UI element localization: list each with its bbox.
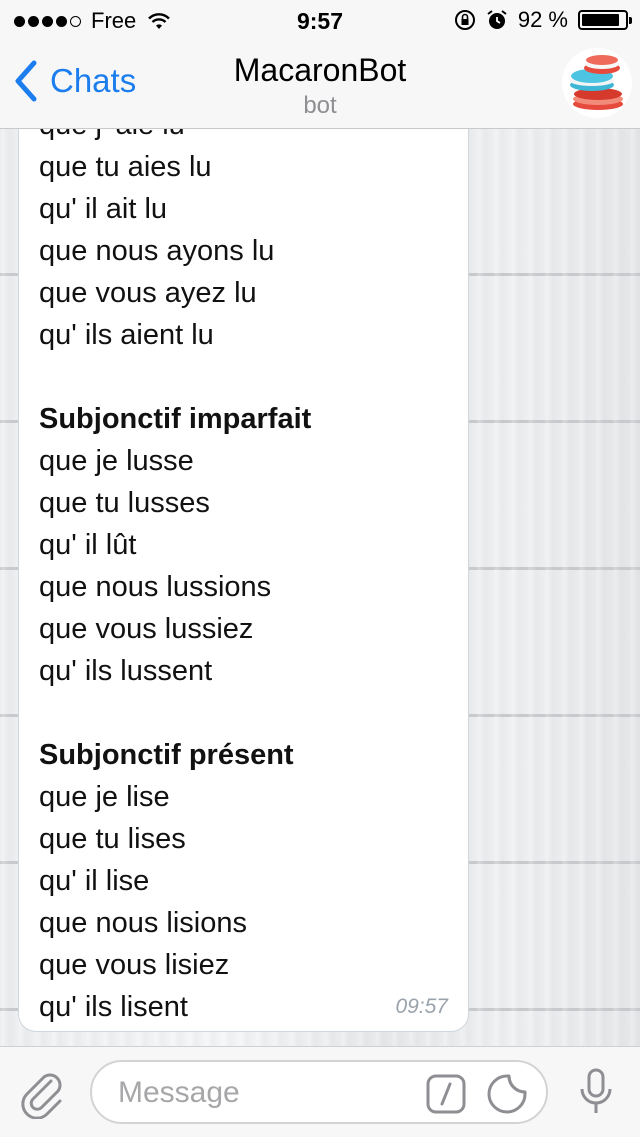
message-line: que je lise — [39, 781, 170, 813]
message-line: que nous ayons lu — [39, 235, 275, 267]
microphone-icon — [580, 1068, 612, 1113]
macaron-avatar-icon — [562, 48, 632, 118]
avatar[interactable] — [562, 48, 632, 118]
nav-bar: Chats MacaronBot bot — [0, 40, 640, 129]
message-line: que tu lusses — [39, 487, 210, 519]
message-line: qu' ils lisent — [39, 991, 188, 1023]
slash-command-icon — [426, 1074, 466, 1114]
message-line: qu' il lût — [39, 529, 137, 561]
chat-area[interactable]: que j' aie lu que tu aies lu qu' il ait … — [0, 129, 640, 1046]
microphone-button[interactable] — [578, 1067, 614, 1122]
message-line: que vous lisiez — [39, 949, 230, 981]
attach-button[interactable] — [18, 1069, 68, 1124]
message-line: que tu lises — [39, 823, 186, 855]
battery-fill — [582, 14, 619, 26]
message-body: que j' aie lu que tu aies lu qu' il ait … — [39, 129, 448, 1028]
chat-title: MacaronBot — [233, 52, 407, 88]
battery-icon — [578, 10, 632, 30]
message-line: que je lusse — [39, 445, 194, 477]
section-heading: Subjonctif présent — [39, 739, 294, 771]
message-line: qu' ils aient lu — [39, 319, 214, 351]
message-line: que vous ayez lu — [39, 277, 257, 309]
alarm-icon — [487, 10, 507, 29]
message-line: qu' il lise — [39, 865, 150, 897]
message-field[interactable] — [90, 1060, 548, 1124]
status-bar: Free 9:57 92 % — [0, 0, 640, 40]
status-right: 92 % — [454, 7, 632, 33]
sticker-icon — [487, 1074, 527, 1114]
sticker-button[interactable] — [486, 1073, 528, 1120]
message-line: qu' il ait lu — [39, 193, 168, 225]
battery-percent: 92 % — [517, 7, 568, 32]
chat-subtitle: bot — [303, 92, 337, 119]
message-bubble[interactable]: que j' aie lu que tu aies lu qu' il ait … — [18, 129, 469, 1032]
input-bar — [0, 1046, 640, 1137]
section-heading: Subjonctif imparfait — [39, 403, 312, 435]
orientation-lock-icon — [454, 10, 475, 30]
commands-button[interactable] — [426, 1074, 466, 1119]
message-timestamp: 09:57 — [395, 995, 448, 1018]
message-line: que j' aie lu — [39, 129, 448, 146]
message-line: qu' ils lussent — [39, 655, 213, 687]
message-line: que tu aies lu — [39, 151, 212, 183]
paperclip-icon — [21, 1073, 62, 1120]
message-line: que vous lussiez — [39, 613, 254, 645]
message-line: que nous lussions — [39, 571, 272, 603]
message-line: que nous lisions — [39, 907, 247, 939]
message-input[interactable] — [116, 1074, 410, 1112]
